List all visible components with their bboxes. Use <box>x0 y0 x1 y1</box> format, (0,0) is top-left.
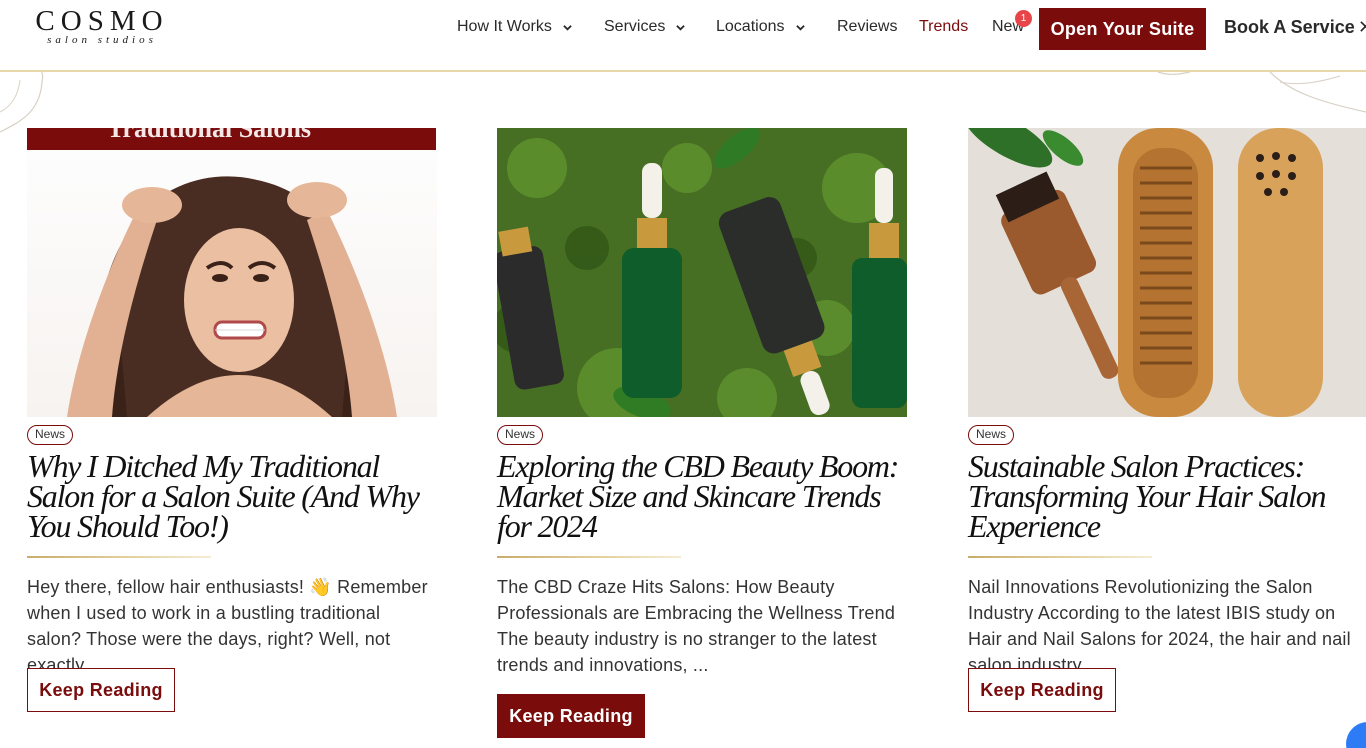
floral-decoration-right <box>1157 72 1366 113</box>
blog-card: News Why I Ditched My Traditional Salon … <box>27 128 437 712</box>
title-divider <box>968 556 1152 558</box>
title-divider <box>497 556 681 558</box>
open-your-suite-button[interactable]: Open Your Suite <box>1039 8 1206 50</box>
nav-label: How It Works <box>457 18 552 35</box>
nav-trends[interactable]: Trends <box>919 18 968 36</box>
site-header: COSMO salon studios How It Works Service… <box>0 0 1366 72</box>
post-excerpt: Nail Innovations Revolutionizing the Sal… <box>968 577 1351 675</box>
keep-reading-button[interactable]: Keep Reading <box>497 694 645 738</box>
nav-label: Reviews <box>837 18 898 35</box>
nav-how-it-works[interactable]: How It Works <box>457 18 572 36</box>
logo-wordmark: COSMO <box>35 5 169 37</box>
close-icon[interactable]: ✕ <box>1358 17 1366 38</box>
keep-reading-button[interactable]: Keep Reading <box>968 668 1116 712</box>
nav-locations[interactable]: Locations <box>716 18 805 36</box>
post-title[interactable]: Why I Ditched My Traditional Salon for a… <box>27 450 437 542</box>
wooden-combs-and-brushes-photo[interactable] <box>968 128 1366 417</box>
nav-label: Locations <box>716 18 785 35</box>
category-tag[interactable]: News <box>968 425 1015 445</box>
new-count-badge: 1 <box>1015 10 1032 27</box>
nav-label: Trends <box>919 18 969 35</box>
post-excerpt: The CBD Craze Hits Salons: How Beauty Pr… <box>497 577 896 675</box>
chevron-down-icon <box>795 24 805 31</box>
blog-card: News Sustainable Salon Practices: Transf… <box>968 128 1366 712</box>
logo-tagline: salon studios <box>47 34 157 46</box>
post-title[interactable]: Exploring the CBD Beauty Boom: Market Si… <box>497 450 907 542</box>
chevron-down-icon <box>676 24 686 31</box>
blog-card: News Exploring the CBD Beauty Boom: Mark… <box>497 128 907 738</box>
nav-label: Services <box>604 18 666 35</box>
category-tag[interactable]: News <box>27 425 74 445</box>
cbd-dropper-bottles-on-moss-photo[interactable] <box>497 128 907 417</box>
nav-services[interactable]: Services <box>604 18 686 36</box>
post-title[interactable]: Sustainable Salon Practices: Transformin… <box>968 450 1366 542</box>
nav-reviews[interactable]: Reviews <box>837 18 897 36</box>
title-divider <box>27 556 211 558</box>
post-excerpt: Hey there, fellow hair enthusiasts! 👋 Re… <box>27 577 428 675</box>
book-a-service-link[interactable]: Book A Service <box>1224 17 1355 38</box>
keep-reading-button[interactable]: Keep Reading <box>27 668 175 712</box>
chevron-down-icon <box>563 24 572 31</box>
chat-widget-icon[interactable] <box>1346 722 1366 748</box>
cosmo-logo[interactable]: COSMO salon studios <box>27 6 177 46</box>
woman-frustrated-hair-photo[interactable] <box>27 150 437 417</box>
category-tag[interactable]: News <box>497 425 544 445</box>
